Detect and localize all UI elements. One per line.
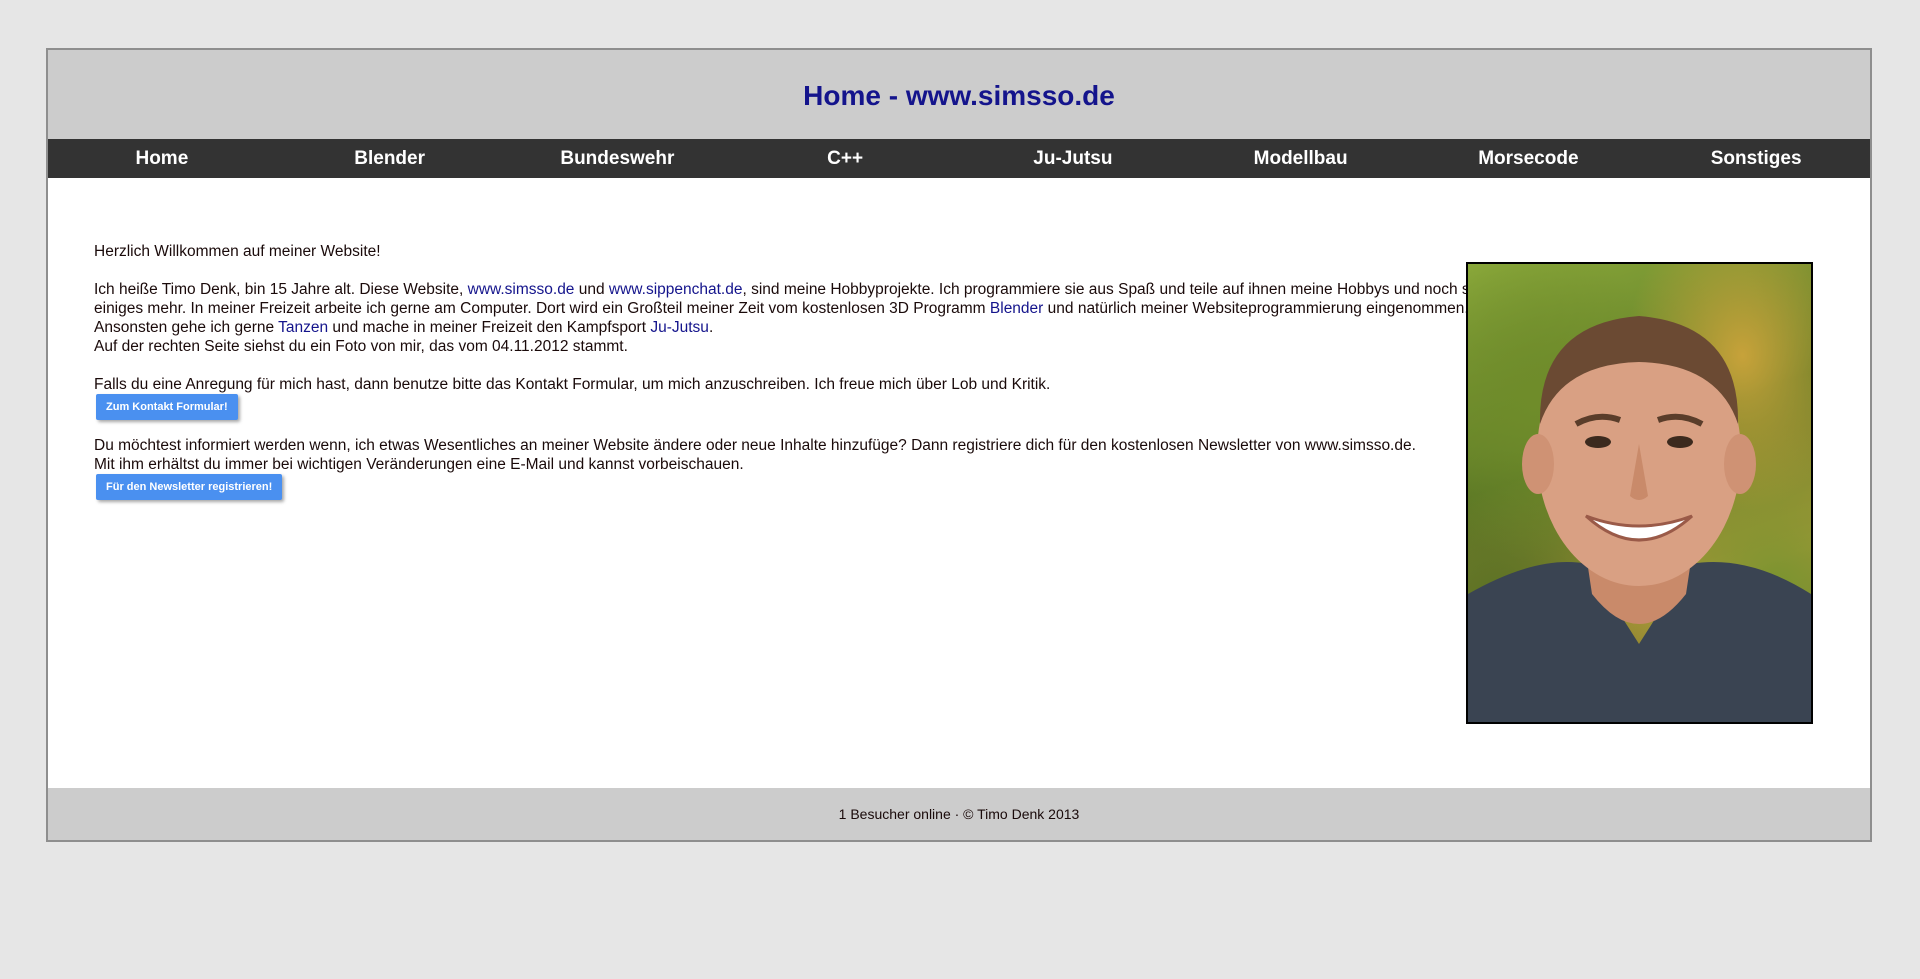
nav-item-home[interactable]: Home [48, 148, 276, 170]
link-tanzen[interactable]: Tanzen [278, 319, 328, 336]
intro-text-6: . [708, 319, 714, 336]
link-simsso[interactable]: www.simsso.de [468, 281, 575, 298]
link-blender[interactable]: Blender [990, 300, 1043, 317]
nav-item-morsecode[interactable]: Morsecode [1415, 148, 1643, 170]
page-frame: Home - www.simsso.de Home Blender Bundes… [46, 48, 1872, 842]
link-sippenchat[interactable]: www.sippenchat.de [609, 281, 743, 298]
nav-item-ju-jutsu[interactable]: Ju-Jutsu [959, 148, 1187, 170]
site-header: Home - www.simsso.de [48, 50, 1870, 139]
nav-item-bundeswehr[interactable]: Bundeswehr [504, 148, 732, 170]
nav-item-sonstiges[interactable]: Sonstiges [1642, 148, 1870, 170]
newsletter-text-1: Du möchtest informiert werden wenn, ich … [94, 437, 1416, 454]
newsletter-text-2: Mit ihm erhältst du immer bei wichtigen … [94, 456, 744, 473]
main-nav: Home Blender Bundeswehr C++ Ju-Jutsu Mod… [48, 139, 1870, 178]
main-content: Herzlich Willkommen auf meiner Website! … [48, 178, 1870, 790]
newsletter-button[interactable]: Für den Newsletter registrieren! [96, 474, 283, 500]
profile-photo [1466, 262, 1813, 724]
contact-text: Falls du eine Anregung für mich hast, da… [94, 376, 1051, 393]
site-footer: 1 Besucher online · © Timo Denk 2013 [48, 788, 1870, 840]
text-column: Herzlich Willkommen auf meiner Website! … [94, 242, 1484, 516]
nav-item-modellbau[interactable]: Modellbau [1187, 148, 1415, 170]
intro-paragraph: Ich heiße Timo Denk, bin 15 Jahre alt. D… [94, 280, 1484, 356]
intro-text-2: und [574, 281, 609, 298]
photo-note: Auf der rechten Seite siehst du ein Foto… [94, 338, 628, 355]
intro-text-5: und mache in meiner Freizeit den Kampfsp… [328, 319, 651, 336]
site-title: Home - www.simsso.de [803, 79, 1115, 111]
link-ju-jutsu[interactable]: Ju-Jutsu [650, 319, 709, 336]
intro-text-1: Ich heiße Timo Denk, bin 15 Jahre alt. D… [94, 281, 468, 298]
contact-form-button[interactable]: Zum Kontakt Formular! [96, 394, 238, 420]
welcome-text: Herzlich Willkommen auf meiner Website! [94, 243, 381, 260]
nav-item-blender[interactable]: Blender [276, 148, 504, 170]
footer-text: 1 Besucher online · © Timo Denk 2013 [838, 806, 1080, 822]
nav-item-cpp[interactable]: C++ [731, 148, 959, 170]
